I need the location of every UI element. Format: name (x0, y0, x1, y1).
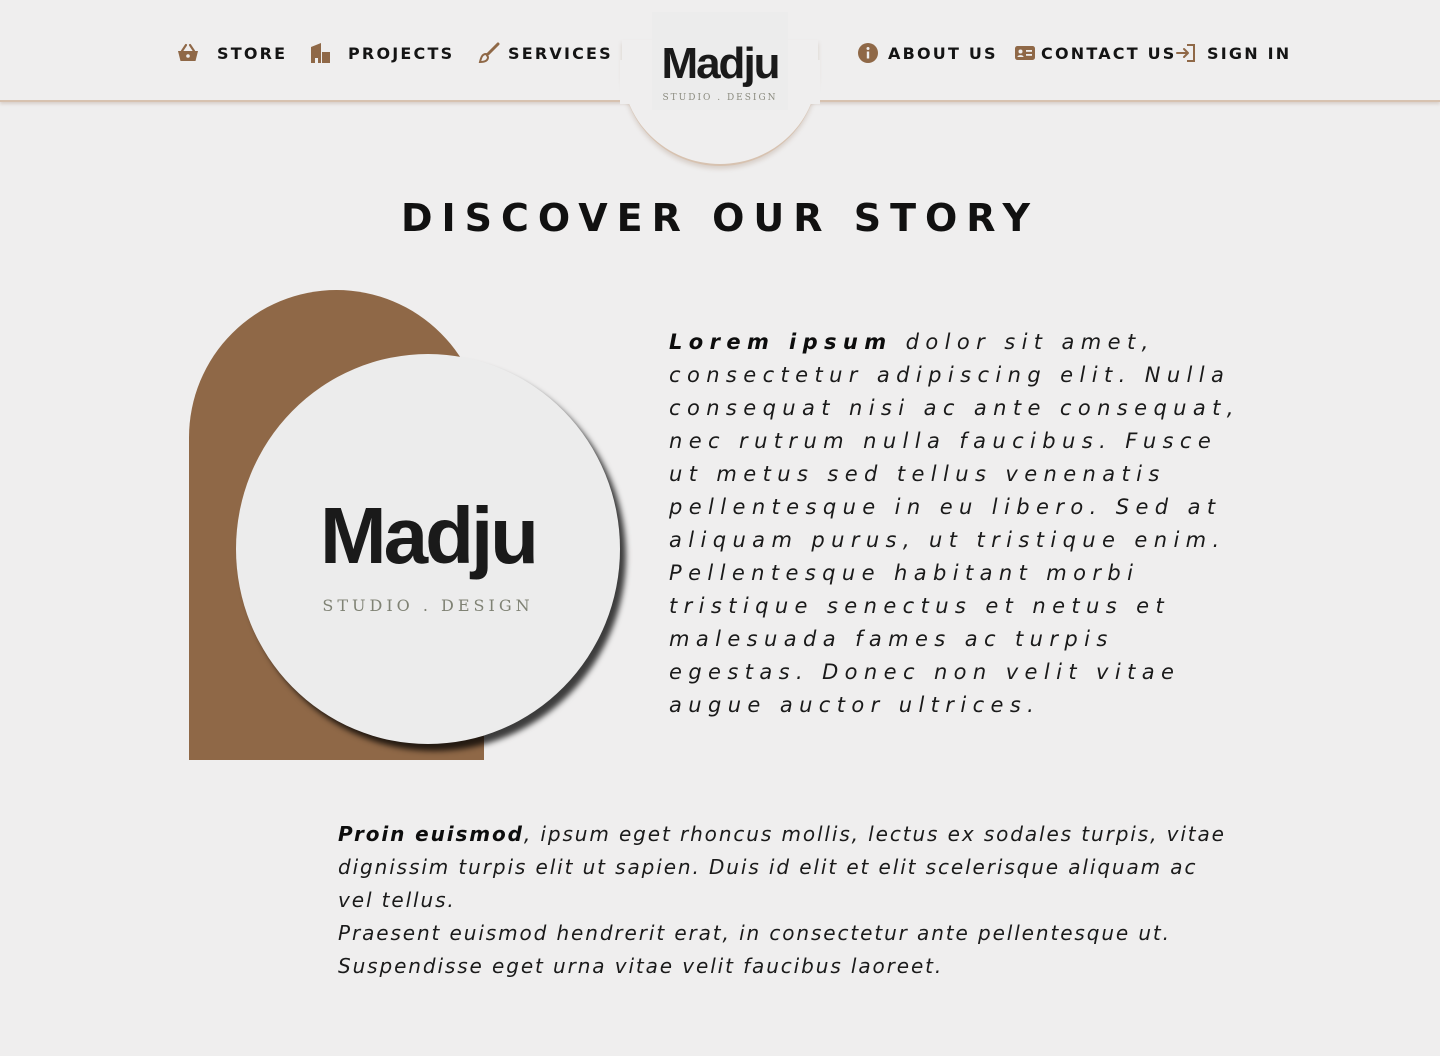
nav-sign-in[interactable]: SIGN IN (1174, 40, 1291, 66)
nav-projects[interactable]: PROJECTS (308, 40, 454, 66)
proin-paragraph: Proin euismod, ipsum eget rhoncus mollis… (338, 818, 1238, 917)
logo-tagline: STUDIO . DESIGN (662, 93, 778, 103)
story-body: dolor sit amet, consectetur adipiscing e… (669, 330, 1240, 717)
nav-contact-label: CONTACT US (1041, 43, 1177, 63)
nav-about[interactable]: ABOUT US (856, 40, 998, 66)
nav-services[interactable]: SERVICES (477, 40, 613, 66)
nav-store[interactable]: STORE (176, 40, 287, 66)
circle-logo-tagline: STUDIO . DESIGN (322, 596, 534, 615)
circle-logo-wordmark: Madju (319, 491, 539, 580)
story-paragraph: Lorem ipsum dolor sit amet, consectetur … (669, 326, 1249, 722)
info-icon (856, 41, 880, 65)
praesent-paragraph: Praesent euismod hendrerit erat, in cons… (338, 921, 1171, 978)
nav-contact[interactable]: CONTACT US (1013, 40, 1177, 66)
nav-sign-in-label: SIGN IN (1207, 43, 1292, 63)
logo-wordmark: Madju (661, 39, 780, 88)
nav-store-label: STORE (217, 43, 288, 63)
header-logo[interactable]: Madju STUDIO . DESIGN (652, 12, 788, 110)
story-lead: Lorem ipsum (669, 330, 893, 354)
contact-card-icon (1013, 41, 1037, 65)
nav-services-label: SERVICES (508, 43, 613, 63)
proin-lead: Proin euismod (338, 822, 524, 846)
logo-circle: Madju STUDIO . DESIGN (236, 354, 620, 744)
building-icon (308, 41, 332, 65)
basket-icon (176, 41, 200, 65)
brush-icon (477, 41, 501, 65)
nav-about-label: ABOUT US (888, 43, 998, 63)
page-title: DISCOVER OUR STORY (400, 196, 1040, 240)
nav-projects-label: PROJECTS (348, 43, 455, 63)
sign-in-icon (1174, 41, 1198, 65)
